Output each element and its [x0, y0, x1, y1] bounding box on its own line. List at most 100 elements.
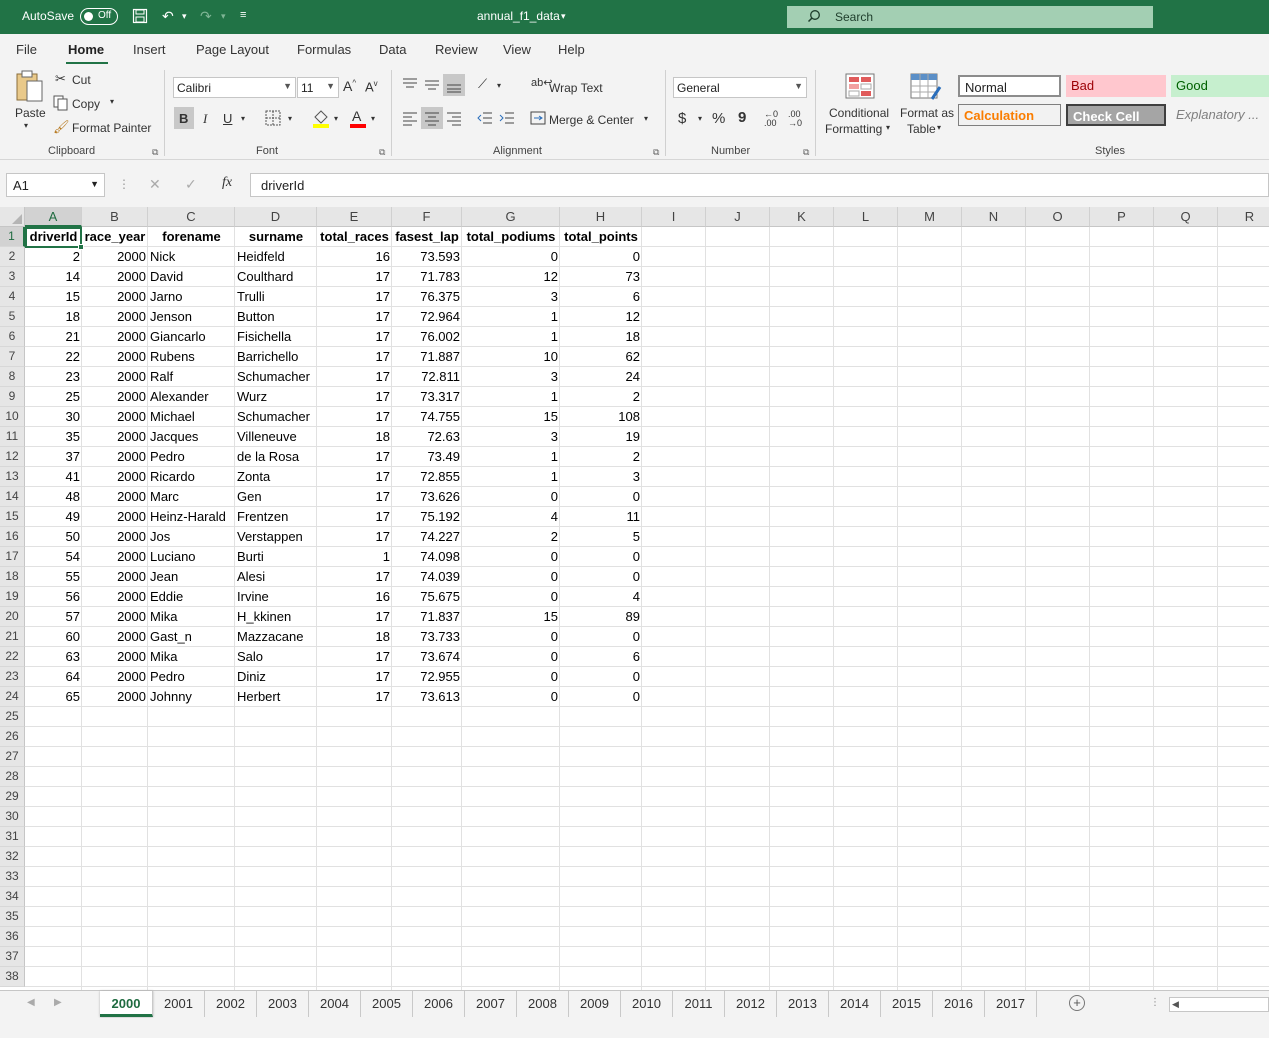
column-header[interactable]: F — [392, 207, 462, 227]
row-header[interactable]: 22 — [0, 647, 25, 667]
percent-button[interactable]: % — [712, 110, 725, 127]
table-cell[interactable]: 18 — [25, 307, 82, 327]
table-cell[interactable]: Fisichella — [235, 327, 317, 347]
table-cell[interactable]: 17 — [317, 507, 392, 527]
table-cell[interactable]: 2000 — [82, 587, 148, 607]
row-header[interactable]: 18 — [0, 567, 25, 587]
table-cell[interactable]: 76.375 — [392, 287, 462, 307]
table-cell[interactable]: 18 — [317, 427, 392, 447]
row-header[interactable]: 35 — [0, 907, 25, 927]
table-cell[interactable]: Coulthard — [235, 267, 317, 287]
table-cell[interactable]: 2000 — [82, 367, 148, 387]
title-dropdown-icon[interactable]: ▾ — [561, 11, 566, 22]
row-header[interactable]: 6 — [0, 327, 25, 347]
row-header[interactable]: 19 — [0, 587, 25, 607]
tab-scroll-left-icon[interactable]: ◀ — [27, 997, 35, 1008]
sheet-tab[interactable]: 2015 — [881, 991, 933, 1017]
paste-dropdown-icon[interactable]: ▾ — [24, 121, 28, 130]
underline-button[interactable]: U — [223, 111, 232, 126]
table-cell[interactable]: 17 — [317, 387, 392, 407]
sheet-tab[interactable]: 2012 — [725, 991, 777, 1017]
table-cell[interactable]: 0 — [462, 587, 560, 607]
table-cell[interactable]: 6 — [560, 647, 642, 667]
sheet-tab[interactable]: 2003 — [257, 991, 309, 1017]
column-header[interactable]: R — [1218, 207, 1269, 227]
table-cell[interactable]: Alesi — [235, 567, 317, 587]
row-header[interactable]: 8 — [0, 367, 25, 387]
row-header[interactable]: 24 — [0, 687, 25, 707]
table-cell[interactable]: 73.613 — [392, 687, 462, 707]
table-cell[interactable]: Marc — [148, 487, 235, 507]
table-cell[interactable]: 73.317 — [392, 387, 462, 407]
table-cell[interactable]: 1 — [462, 327, 560, 347]
column-header[interactable]: E — [317, 207, 392, 227]
menu-view[interactable]: View — [503, 42, 531, 57]
table-cell[interactable]: 16 — [317, 247, 392, 267]
table-cell[interactable]: 6 — [560, 287, 642, 307]
borders-dropdown-icon[interactable]: ▾ — [288, 114, 292, 123]
menu-home[interactable]: Home — [68, 42, 104, 57]
row-header[interactable]: 31 — [0, 827, 25, 847]
table-cell[interactable]: Trulli — [235, 287, 317, 307]
table-cell[interactable]: 17 — [317, 527, 392, 547]
column-header[interactable]: O — [1026, 207, 1090, 227]
table-cell[interactable]: Pedro — [148, 447, 235, 467]
table-cell[interactable]: Ralf — [148, 367, 235, 387]
autosave-toggle[interactable]: Off — [80, 8, 118, 25]
currency-button[interactable]: $ — [678, 110, 686, 127]
header-cell[interactable]: total_points — [560, 227, 642, 247]
table-cell[interactable]: Salo — [235, 647, 317, 667]
format-table-dropdown-icon[interactable]: ▾ — [937, 123, 941, 132]
align-top-icon[interactable] — [402, 76, 418, 95]
table-cell[interactable]: 72.855 — [392, 467, 462, 487]
table-cell[interactable]: Irvine — [235, 587, 317, 607]
table-cell[interactable]: 15 — [25, 287, 82, 307]
table-cell[interactable]: 71.887 — [392, 347, 462, 367]
table-cell[interactable]: 18 — [317, 627, 392, 647]
table-cell[interactable]: 72.955 — [392, 667, 462, 687]
table-cell[interactable]: Ricardo — [148, 467, 235, 487]
table-cell[interactable]: 21 — [25, 327, 82, 347]
style-normal[interactable]: Normal — [958, 75, 1061, 97]
table-cell[interactable]: Alexander — [148, 387, 235, 407]
cut-button[interactable]: Cut — [72, 73, 91, 87]
table-cell[interactable]: 0 — [462, 627, 560, 647]
table-cell[interactable]: Gast_n — [148, 627, 235, 647]
table-cell[interactable]: 76.002 — [392, 327, 462, 347]
table-cell[interactable]: 17 — [317, 367, 392, 387]
table-cell[interactable]: 17 — [317, 487, 392, 507]
table-cell[interactable]: de la Rosa — [235, 447, 317, 467]
borders-icon[interactable] — [265, 110, 281, 129]
table-cell[interactable]: Burti — [235, 547, 317, 567]
column-header[interactable]: B — [82, 207, 148, 227]
column-header[interactable]: P — [1090, 207, 1154, 227]
wrap-text-button[interactable]: Wrap Text — [549, 81, 603, 95]
table-cell[interactable]: Jos — [148, 527, 235, 547]
fill-color-icon[interactable] — [312, 108, 330, 131]
column-header[interactable]: A — [25, 207, 82, 227]
table-cell[interactable]: 72.964 — [392, 307, 462, 327]
row-header[interactable]: 3 — [0, 267, 25, 287]
table-cell[interactable]: 0 — [462, 647, 560, 667]
format-painter-button[interactable]: Format Painter — [72, 121, 151, 135]
table-cell[interactable]: 17 — [317, 667, 392, 687]
row-header[interactable]: 10 — [0, 407, 25, 427]
table-cell[interactable]: 71.783 — [392, 267, 462, 287]
table-cell[interactable]: 17 — [317, 327, 392, 347]
row-header[interactable]: 9 — [0, 387, 25, 407]
table-cell[interactable]: 50 — [25, 527, 82, 547]
table-cell[interactable]: 17 — [317, 467, 392, 487]
align-left-icon[interactable] — [402, 110, 418, 129]
table-cell[interactable]: 15 — [462, 407, 560, 427]
table-cell[interactable]: Wurz — [235, 387, 317, 407]
font-color-icon[interactable]: A — [349, 108, 367, 131]
table-cell[interactable]: 62 — [560, 347, 642, 367]
orientation-dropdown-icon[interactable]: ▾ — [497, 81, 501, 90]
name-box[interactable]: A1 ▼ — [6, 173, 105, 197]
table-cell[interactable]: Zonta — [235, 467, 317, 487]
bold-button[interactable]: B — [179, 111, 188, 126]
row-header[interactable]: 13 — [0, 467, 25, 487]
table-cell[interactable]: Jarno — [148, 287, 235, 307]
table-cell[interactable]: 2000 — [82, 387, 148, 407]
column-header[interactable]: D — [235, 207, 317, 227]
